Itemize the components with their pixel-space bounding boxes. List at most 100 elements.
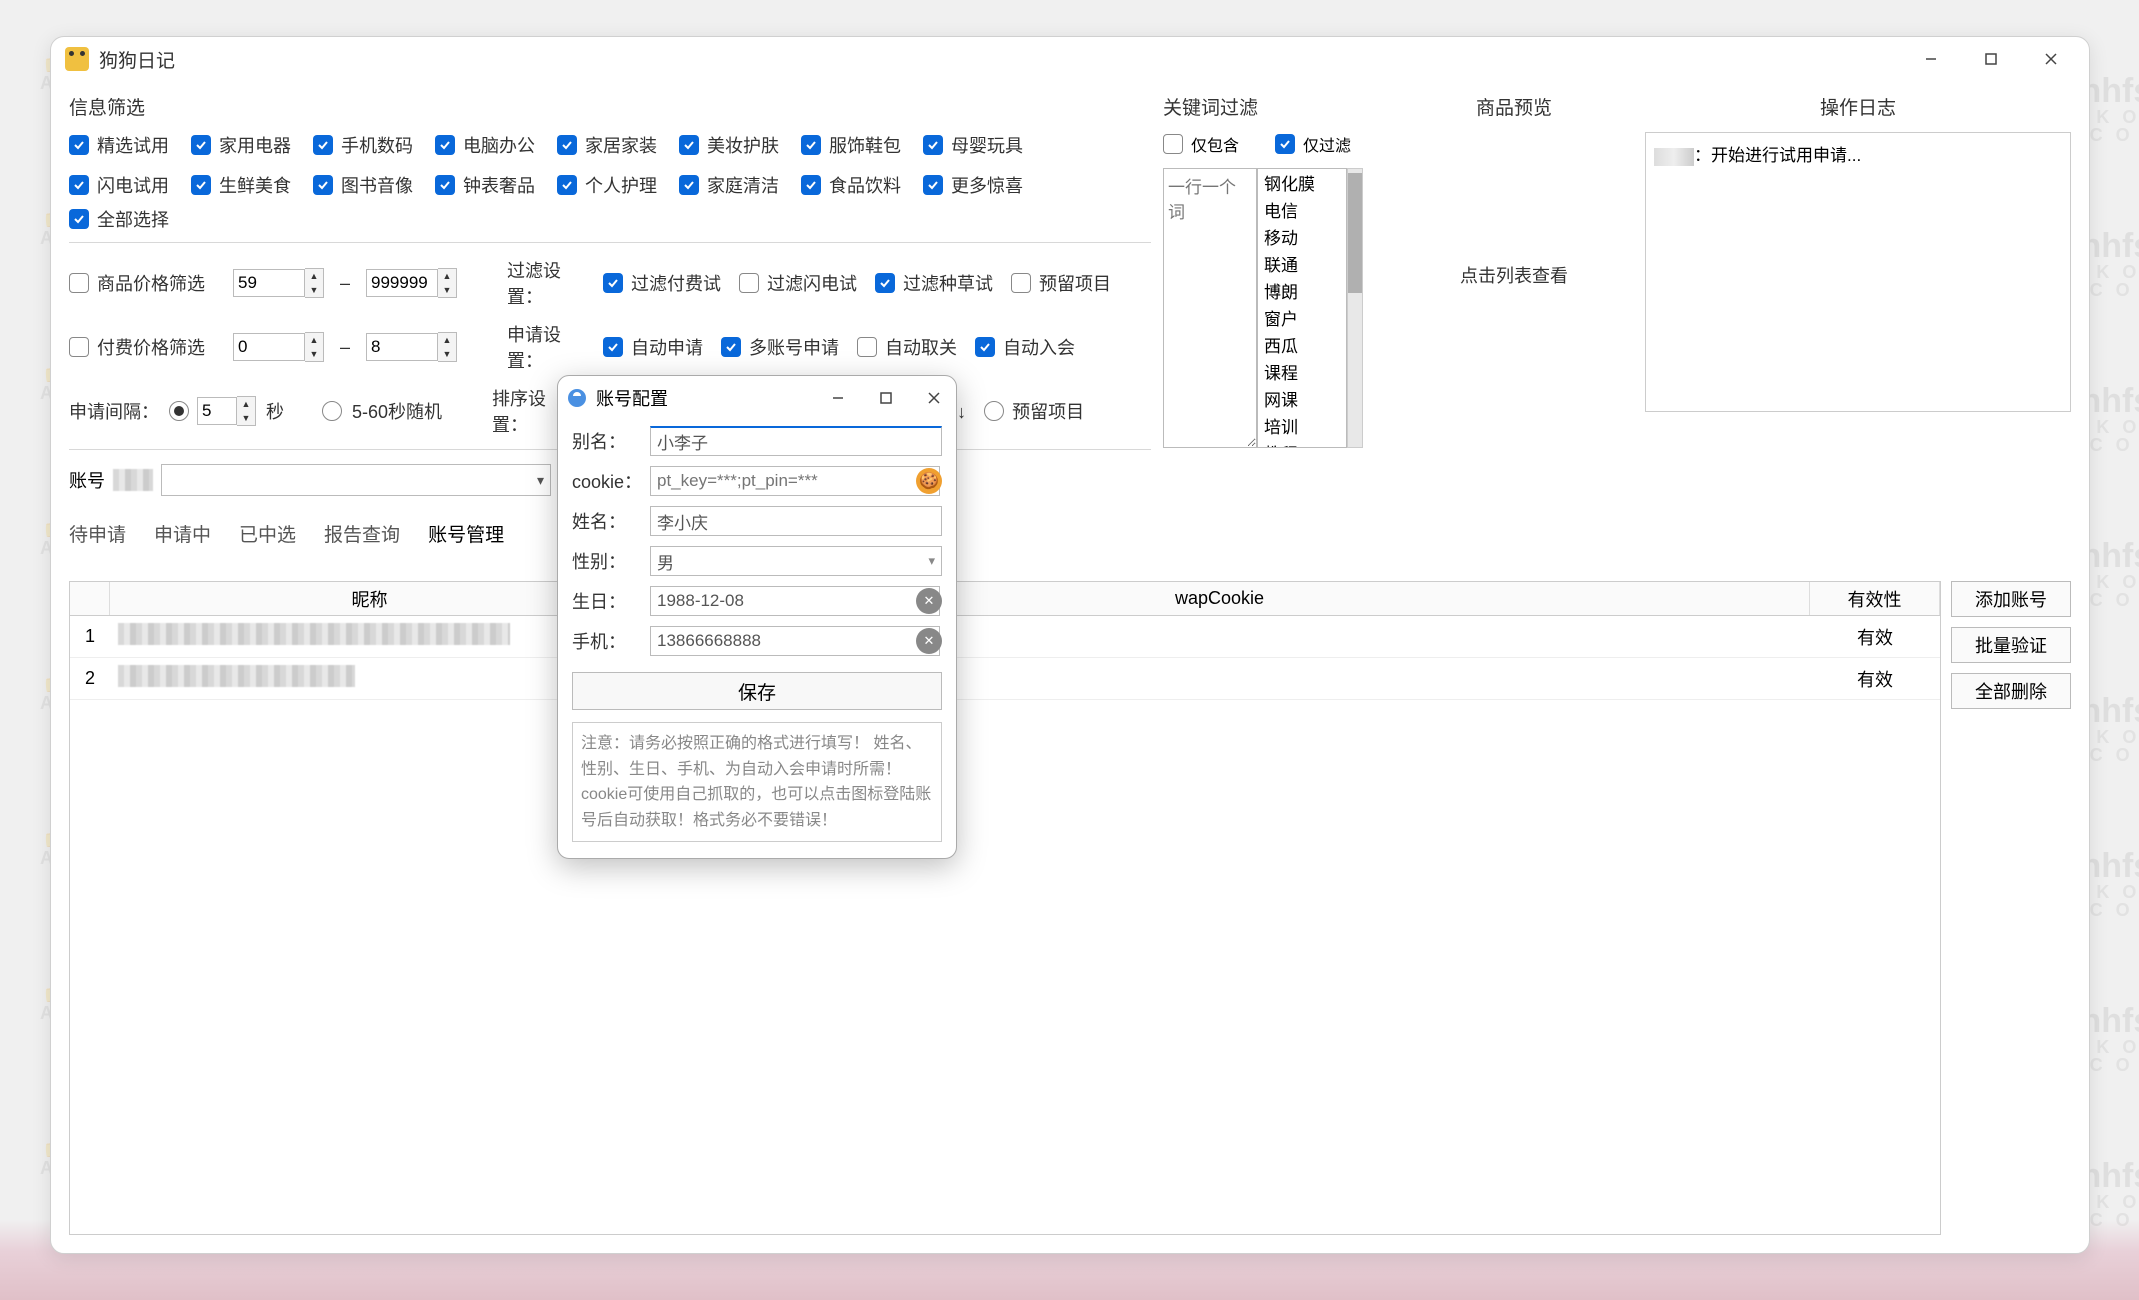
category-checkbox-0[interactable] xyxy=(69,135,89,155)
category-label: 图书音像 xyxy=(341,172,413,198)
sortopts-radio-3[interactable] xyxy=(984,401,1004,421)
category-checkbox-10[interactable] xyxy=(313,175,333,195)
applyopts-checkbox-0[interactable] xyxy=(603,337,623,357)
col-nickname[interactable]: 昵称 xyxy=(110,582,630,615)
interval-seconds-input[interactable]: ▲▼ xyxy=(197,396,256,426)
log-title: 操作日志 xyxy=(1645,93,2071,120)
price-max-input[interactable]: ▲▼ xyxy=(366,268,457,298)
category-label: 更多惊喜 xyxy=(951,172,1023,198)
clear-birth-icon[interactable]: ✕ xyxy=(916,588,942,614)
keyword-item[interactable]: 培训 xyxy=(1258,412,1346,439)
category-label: 闪电试用 xyxy=(97,172,169,198)
category-checkbox-15[interactable] xyxy=(923,175,943,195)
table-row[interactable]: 1 有效 xyxy=(70,616,1940,658)
alias-input[interactable] xyxy=(650,426,942,456)
category-checkbox-14[interactable] xyxy=(801,175,821,195)
category-checkbox-2[interactable] xyxy=(313,135,333,155)
category-checkbox-9[interactable] xyxy=(191,175,211,195)
keyword-item[interactable]: 钢化膜 xyxy=(1258,169,1346,196)
keyword-textarea[interactable] xyxy=(1163,168,1257,448)
keyword-item[interactable]: 西瓜 xyxy=(1258,331,1346,358)
only-filter-checkbox[interactable] xyxy=(1275,134,1295,154)
category-checkbox-6[interactable] xyxy=(801,135,821,155)
category-label: 手机数码 xyxy=(341,132,413,158)
filteropts-checkbox-1[interactable] xyxy=(739,273,759,293)
category-label: 电脑办公 xyxy=(463,132,535,158)
name-input[interactable] xyxy=(650,506,942,536)
account-select[interactable] xyxy=(161,464,551,496)
category-checkbox-4[interactable] xyxy=(557,135,577,155)
interval-fixed-radio[interactable] xyxy=(169,401,189,421)
select-all-checkbox[interactable] xyxy=(69,209,89,229)
category-label: 家居家装 xyxy=(585,132,657,158)
keyword-list[interactable]: 钢化膜电信移动联通博朗窗户西瓜课程网课培训教程无实物测评 xyxy=(1257,168,1347,448)
side-button-1[interactable]: 批量验证 xyxy=(1951,627,2071,663)
only-contain-checkbox[interactable] xyxy=(1163,134,1183,154)
paid-filter-checkbox[interactable] xyxy=(69,337,89,357)
price-filter-checkbox[interactable] xyxy=(69,273,89,293)
keyword-title: 关键词过滤 xyxy=(1163,93,1383,120)
keyword-scrollbar[interactable] xyxy=(1347,168,1363,448)
category-checkbox-3[interactable] xyxy=(435,135,455,155)
interval-random-radio[interactable] xyxy=(322,401,342,421)
filter-title: 信息筛选 xyxy=(69,93,1151,120)
modal-note: 注意：请务必按照正确的格式进行填写！ 姓名、性别、生日、手机、为自动入会申请时所… xyxy=(572,722,942,842)
table-row[interactable]: 2 有效 xyxy=(70,658,1940,700)
keyword-item[interactable]: 移动 xyxy=(1258,223,1346,250)
category-label: 钟表奢品 xyxy=(463,172,535,198)
keyword-item[interactable]: 电信 xyxy=(1258,196,1346,223)
tab-0[interactable]: 待申请 xyxy=(69,520,126,547)
category-checkbox-12[interactable] xyxy=(557,175,577,195)
keyword-item[interactable]: 博朗 xyxy=(1258,277,1346,304)
keyword-item[interactable]: 课程 xyxy=(1258,358,1346,385)
clear-phone-icon[interactable]: ✕ xyxy=(916,628,942,654)
applyopts-checkbox-3[interactable] xyxy=(975,337,995,357)
phone-input[interactable] xyxy=(650,626,940,656)
minimize-button[interactable] xyxy=(1901,39,1961,79)
tab-4[interactable]: 账号管理 xyxy=(428,520,504,547)
category-checkbox-8[interactable] xyxy=(69,175,89,195)
modal-close-button[interactable] xyxy=(922,391,946,405)
category-checkbox-1[interactable] xyxy=(191,135,211,155)
category-label: 服饰鞋包 xyxy=(829,132,901,158)
modal-maximize-button[interactable] xyxy=(874,391,898,405)
filteropts-checkbox-0[interactable] xyxy=(603,273,623,293)
category-label: 母婴玩具 xyxy=(951,132,1023,158)
account-label: 账号 xyxy=(69,467,105,493)
keyword-item[interactable]: 窗户 xyxy=(1258,304,1346,331)
category-checkbox-5[interactable] xyxy=(679,135,699,155)
paid-max-input[interactable]: ▲▼ xyxy=(366,332,457,362)
tab-1[interactable]: 申请中 xyxy=(154,520,211,547)
birth-input[interactable] xyxy=(650,586,940,616)
tab-2[interactable]: 已中选 xyxy=(239,520,296,547)
close-button[interactable] xyxy=(2021,39,2081,79)
modal-minimize-button[interactable] xyxy=(826,391,850,405)
category-checkbox-7[interactable] xyxy=(923,135,943,155)
filteropts-checkbox-2[interactable] xyxy=(875,273,895,293)
side-button-0[interactable]: 添加账号 xyxy=(1951,581,2071,617)
side-button-2[interactable]: 全部删除 xyxy=(1951,673,2071,709)
select-all-label: 全部选择 xyxy=(97,206,169,232)
keyword-item[interactable]: 联通 xyxy=(1258,250,1346,277)
keyword-item[interactable]: 网课 xyxy=(1258,385,1346,412)
paid-min-input[interactable]: ▲▼ xyxy=(233,332,324,362)
cookie-fetch-icon[interactable]: 🍪 xyxy=(916,468,942,494)
preview-title: 商品预览 xyxy=(1383,93,1645,120)
category-checkbox-13[interactable] xyxy=(679,175,699,195)
preview-hint: 点击列表查看 xyxy=(1383,132,1645,288)
category-label: 家用电器 xyxy=(219,132,291,158)
col-valid[interactable]: 有效性 xyxy=(1810,582,1940,615)
filteropts-checkbox-3[interactable] xyxy=(1011,273,1031,293)
keyword-item[interactable]: 教程 xyxy=(1258,439,1346,448)
gender-select[interactable]: 男 xyxy=(650,546,942,576)
tab-3[interactable]: 报告查询 xyxy=(324,520,400,547)
applyopts-checkbox-1[interactable] xyxy=(721,337,741,357)
category-checkbox-11[interactable] xyxy=(435,175,455,195)
applyopts-checkbox-2[interactable] xyxy=(857,337,877,357)
price-min-input[interactable]: ▲▼ xyxy=(233,268,324,298)
save-button[interactable]: 保存 xyxy=(572,672,942,710)
maximize-button[interactable] xyxy=(1961,39,2021,79)
cookie-input[interactable] xyxy=(650,466,940,496)
category-label: 家庭清洁 xyxy=(707,172,779,198)
user-icon xyxy=(568,389,586,407)
